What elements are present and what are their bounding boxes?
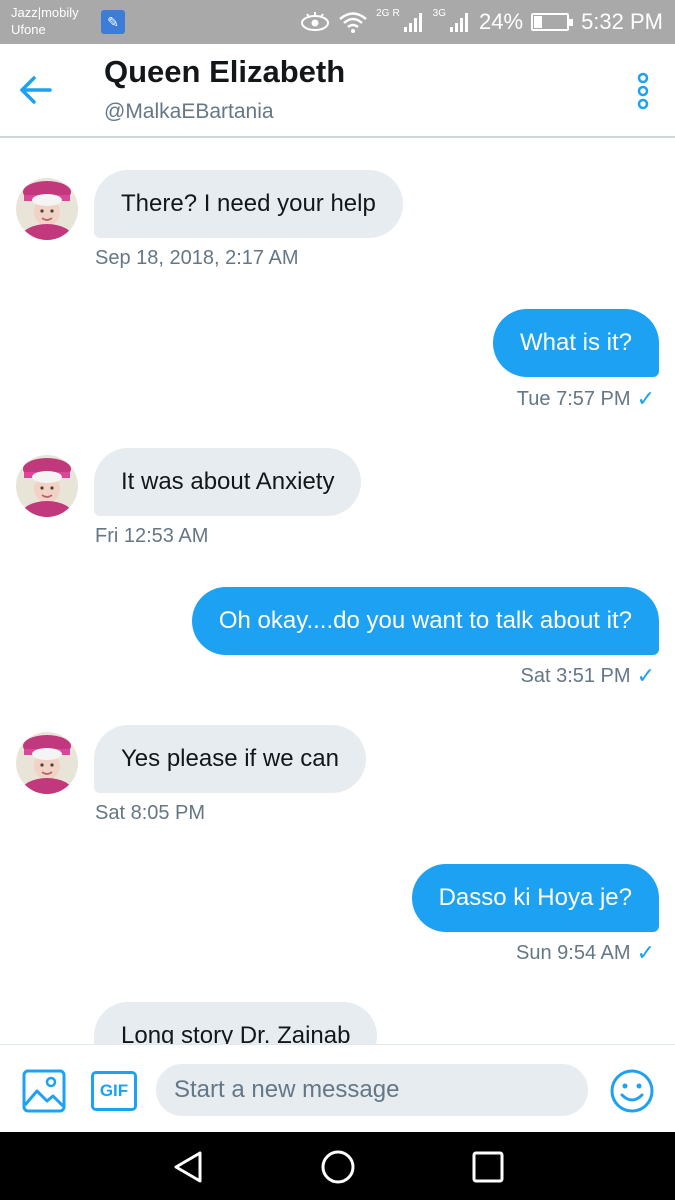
nav-recent-button[interactable]	[470, 1149, 506, 1185]
message-meta: Sun 9:54 AM ✓	[516, 940, 655, 966]
avatar[interactable]	[16, 732, 78, 794]
carrier-name: Jazz|mobily Ufone	[11, 4, 79, 38]
battery-percent: 24%	[479, 9, 524, 34]
message-meta: Sat 3:51 PM ✓	[521, 663, 656, 689]
message-bubble-incoming[interactable]: Long story Dr. Zainab	[94, 1002, 378, 1044]
message-bubble-incoming[interactable]: Yes please if we can	[94, 725, 366, 793]
avatar[interactable]	[16, 178, 78, 240]
triangle-back-icon	[174, 1151, 202, 1183]
network-2g-label: 2G	[376, 7, 390, 19]
message-bubble-incoming[interactable]: It was about Anxiety	[94, 448, 362, 516]
read-check-icon: ✓	[636, 940, 655, 965]
message-timestamp: Fri 12:53 AM	[95, 525, 209, 547]
signal-icon	[403, 11, 425, 33]
system-navigation-bar	[0, 1132, 675, 1200]
emoji-button[interactable]	[609, 1068, 655, 1114]
avatar[interactable]	[16, 455, 78, 517]
message-composer: GIF	[0, 1044, 675, 1132]
arrow-left-icon	[20, 76, 52, 104]
message-bubble-outgoing[interactable]: Dasso ki Hoya je?	[411, 864, 659, 932]
smiley-icon	[610, 1069, 654, 1113]
more-vertical-icon	[637, 72, 649, 110]
eye-comfort-icon	[300, 12, 330, 32]
back-button[interactable]	[18, 70, 54, 110]
message-timestamp: Sat 8:05 PM	[95, 802, 206, 824]
nav-home-button[interactable]	[320, 1149, 356, 1185]
square-recent-icon	[472, 1151, 504, 1183]
wifi-icon	[338, 11, 368, 33]
more-options-button[interactable]	[633, 72, 653, 112]
message-timestamp: Sep 18, 2018, 2:17 AM	[95, 247, 299, 269]
message-bubble-incoming[interactable]: There? I need your help	[94, 170, 403, 238]
battery-icon	[531, 13, 574, 31]
roaming-label: R	[392, 7, 400, 19]
read-check-icon: ✓	[636, 663, 655, 688]
message-bubble-outgoing[interactable]: Oh okay....do you want to talk about it?	[191, 587, 659, 655]
add-photo-button[interactable]	[22, 1069, 66, 1113]
message-timestamp: Sun 9:54 AM	[516, 941, 631, 964]
carrier-line-1: Jazz|mobily	[11, 5, 79, 20]
circle-home-icon	[321, 1150, 355, 1184]
signal-icon	[449, 11, 471, 33]
read-check-icon: ✓	[636, 386, 655, 411]
contact-name[interactable]: Queen Elizabeth	[104, 54, 345, 90]
status-bar: Jazz|mobily Ufone ✎ 2G R 3G 24% 5:32 PM	[0, 0, 675, 44]
notification-icon: ✎	[101, 10, 125, 34]
message-input[interactable]	[156, 1064, 588, 1116]
message-list[interactable]: There? I need your help Sep 18, 2018, 2:…	[0, 140, 675, 1044]
network-3g-label: 3G	[432, 7, 447, 19]
conversation-header: Queen Elizabeth @MalkaEBartania	[0, 44, 675, 138]
battery-fill	[534, 16, 543, 28]
message-meta: Tue 7:57 PM ✓	[517, 386, 655, 412]
carrier-line-2: Ufone	[11, 22, 46, 37]
message-bubble-outgoing[interactable]: What is it?	[492, 309, 659, 377]
nav-back-button[interactable]	[170, 1149, 206, 1185]
gif-button[interactable]: GIF	[91, 1071, 137, 1111]
contact-handle[interactable]: @MalkaEBartania	[104, 100, 274, 124]
message-timestamp: Sat 3:51 PM	[520, 664, 631, 687]
clock: 5:32 PM	[581, 9, 663, 34]
message-timestamp: Tue 7:57 PM	[516, 387, 631, 410]
image-icon	[22, 1069, 66, 1113]
